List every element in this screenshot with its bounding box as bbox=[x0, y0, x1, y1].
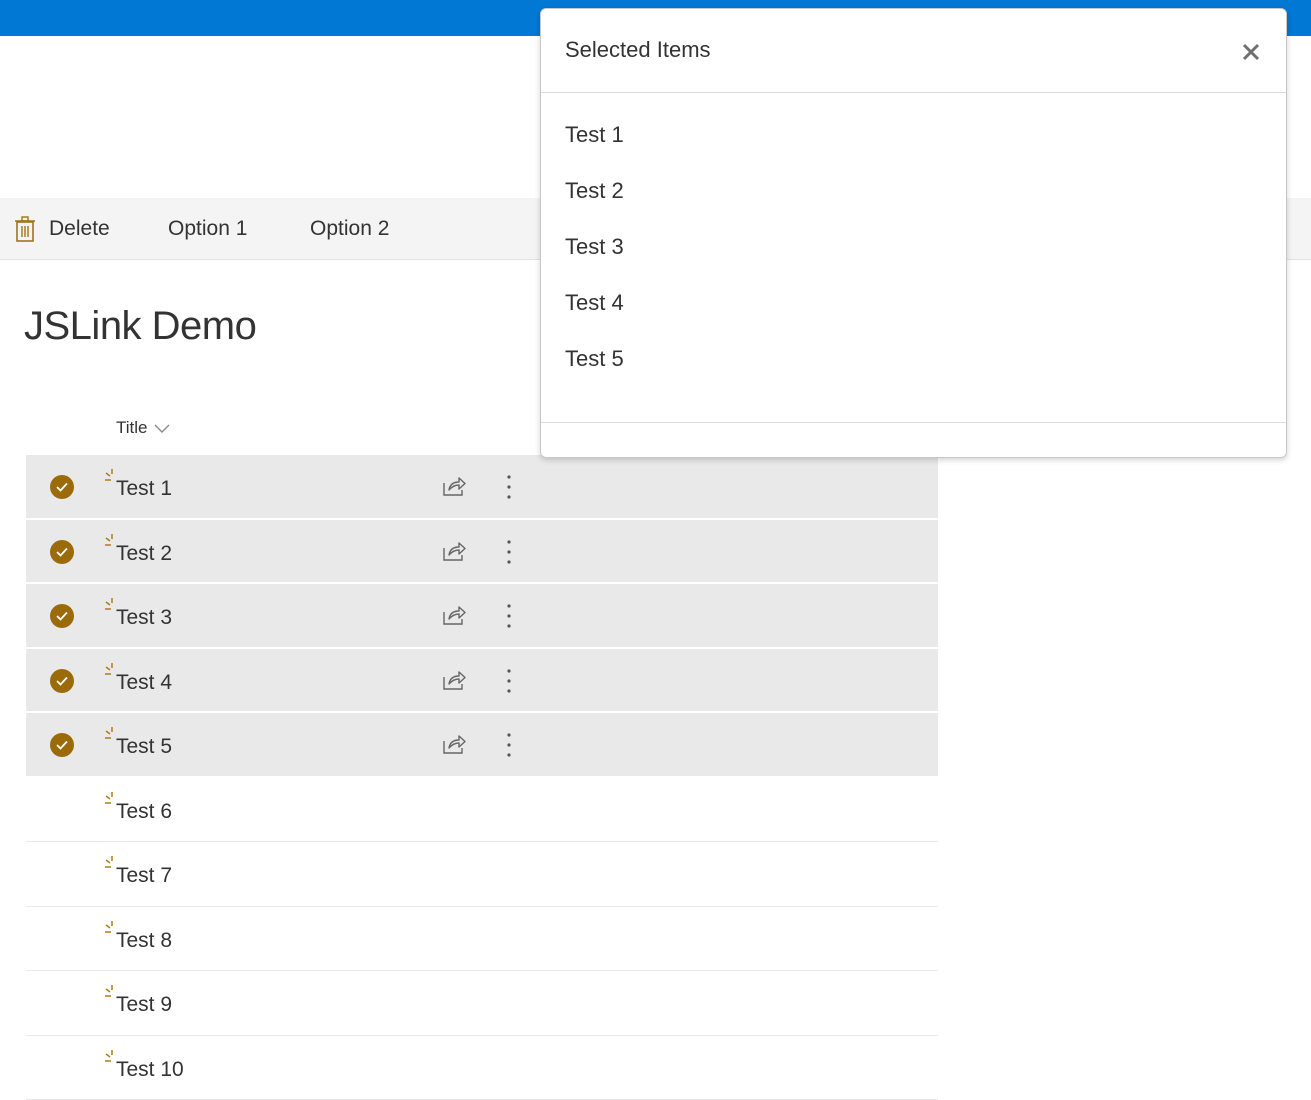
list-row[interactable]: Test 5 bbox=[26, 713, 938, 778]
row-title[interactable]: Test 9 bbox=[116, 991, 172, 1019]
more-options-icon[interactable] bbox=[504, 539, 514, 565]
dialog-title: Selected Items bbox=[565, 37, 711, 63]
more-options-icon[interactable] bbox=[504, 732, 514, 758]
selected-check-icon[interactable] bbox=[50, 475, 74, 499]
row-title[interactable]: Test 3 bbox=[116, 604, 172, 632]
close-icon[interactable] bbox=[1242, 43, 1260, 61]
list-row[interactable]: Test 8 bbox=[26, 907, 938, 972]
page-title: JSLink Demo bbox=[24, 298, 256, 354]
more-options-icon[interactable] bbox=[504, 603, 514, 629]
trash-icon bbox=[14, 216, 36, 242]
row-title[interactable]: Test 2 bbox=[116, 540, 172, 568]
row-title[interactable]: Test 5 bbox=[116, 733, 172, 761]
list-row[interactable]: Test 10 bbox=[26, 1036, 938, 1100]
share-icon[interactable] bbox=[442, 604, 466, 626]
row-title[interactable]: Test 4 bbox=[116, 669, 172, 697]
list-view: Test 1 Test 2 Test 3 Test 4 Test 5 Test … bbox=[26, 455, 938, 1100]
list-row[interactable]: Test 3 bbox=[26, 584, 938, 649]
list-row[interactable]: Test 1 bbox=[26, 455, 938, 520]
row-title[interactable]: Test 10 bbox=[116, 1056, 184, 1084]
selected-check-icon[interactable] bbox=[50, 604, 74, 628]
list-row[interactable]: Test 6 bbox=[26, 778, 938, 843]
list-row[interactable]: Test 9 bbox=[26, 971, 938, 1036]
share-icon[interactable] bbox=[442, 475, 466, 497]
dialog-list-item: Test 2 bbox=[565, 173, 624, 229]
row-title[interactable]: Test 8 bbox=[116, 927, 172, 955]
delete-label: Delete bbox=[49, 198, 110, 260]
share-icon[interactable] bbox=[442, 733, 466, 755]
dialog-list-item: Test 4 bbox=[565, 285, 624, 341]
selected-check-icon[interactable] bbox=[50, 540, 74, 564]
dialog-header: Selected Items bbox=[541, 9, 1286, 93]
selected-check-icon[interactable] bbox=[50, 669, 74, 693]
row-title[interactable]: Test 7 bbox=[116, 862, 172, 890]
row-title[interactable]: Test 6 bbox=[116, 798, 172, 826]
selected-check-icon[interactable] bbox=[50, 733, 74, 757]
row-title[interactable]: Test 1 bbox=[116, 475, 172, 503]
dialog-list-item: Test 1 bbox=[565, 117, 624, 173]
list-row[interactable]: Test 4 bbox=[26, 649, 938, 714]
share-icon[interactable] bbox=[442, 540, 466, 562]
option-2-button[interactable]: Option 2 bbox=[310, 198, 389, 260]
list-row[interactable]: Test 7 bbox=[26, 842, 938, 907]
dialog-footer bbox=[541, 422, 1286, 459]
more-options-icon[interactable] bbox=[504, 668, 514, 694]
column-header-title[interactable]: Title bbox=[116, 418, 170, 444]
option-1-button[interactable]: Option 1 bbox=[168, 198, 247, 260]
selected-items-dialog: Selected Items Test 1 Test 2 Test 3 Test… bbox=[540, 8, 1287, 458]
dialog-list-item: Test 5 bbox=[565, 341, 624, 397]
dialog-item-list: Test 1 Test 2 Test 3 Test 4 Test 5 bbox=[565, 117, 624, 397]
column-header-label: Title bbox=[116, 418, 148, 437]
list-row[interactable]: Test 2 bbox=[26, 520, 938, 585]
share-icon[interactable] bbox=[442, 669, 466, 691]
dialog-list-item: Test 3 bbox=[565, 229, 624, 285]
more-options-icon[interactable] bbox=[504, 474, 514, 500]
chevron-down-icon bbox=[154, 424, 170, 434]
